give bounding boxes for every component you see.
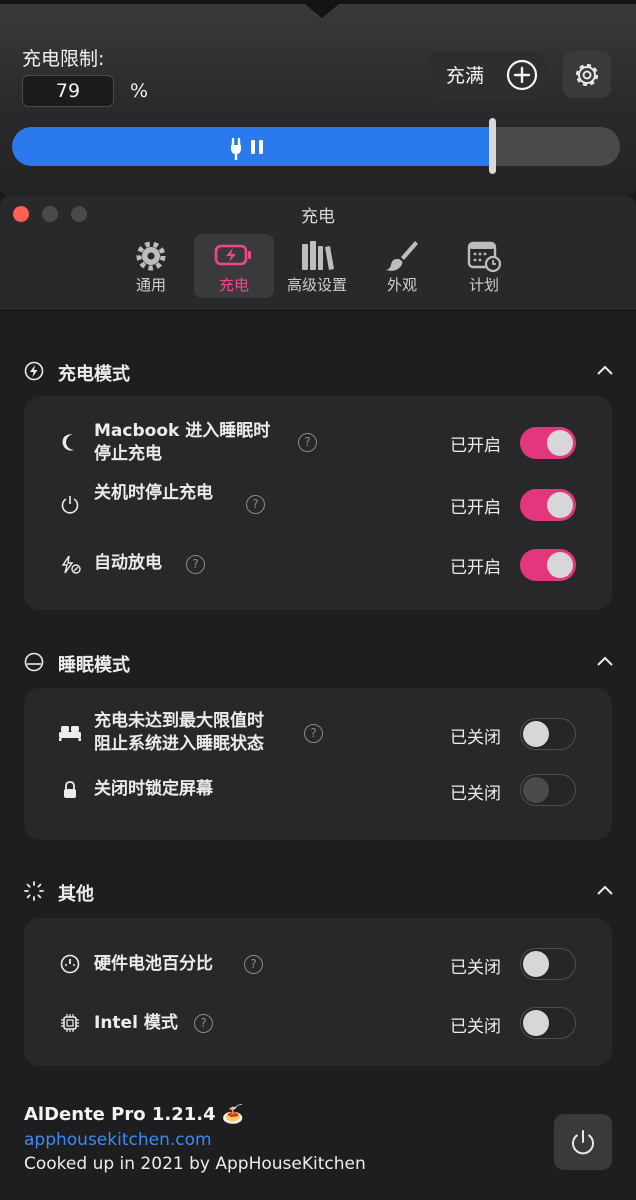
app-name: AlDente Pro 1.21.4 🍝 (24, 1104, 245, 1125)
plus-circle-icon (506, 59, 538, 91)
status-text: 已关闭 (450, 728, 501, 748)
help-button[interactable]: ? (186, 555, 205, 574)
tab-charging[interactable]: 充电 (194, 234, 274, 298)
slider-thumb[interactable] (489, 118, 496, 174)
tab-general-label: 通用 (135, 276, 166, 294)
titlebar: 充电 通用 充电 高级设置 外观 计划 (0, 196, 636, 311)
charge-limit-slider[interactable] (12, 127, 620, 166)
row-label-line2: 阻止系统进入睡眠状态 (94, 734, 264, 754)
row-intel-mode: Intel 模式 ? 已关闭 (24, 1007, 612, 1049)
tab-schedule[interactable]: 计划 (444, 234, 524, 298)
row-label-line1: 充电未达到最大限值时 (94, 711, 264, 731)
row-prevent-sleep: 充电未达到最大限值时 阻止系统进入睡眠状态 ? 已关闭 (24, 710, 612, 760)
tab-schedule-label: 计划 (468, 276, 499, 294)
section-title-sleep: 睡眠模式 (58, 655, 130, 676)
help-button[interactable]: ? (304, 724, 323, 743)
charge-limit-unit: % (130, 80, 149, 102)
card-charging: Macbook 进入睡眠时 停止充电 ? 已开启 关机时停止充电 ? 已开启 自… (24, 396, 612, 610)
bolt-circle-icon (24, 361, 44, 381)
charge-limit-label: 充电限制: (22, 48, 105, 70)
power-icon (61, 496, 79, 514)
tab-advanced-label: 高级设置 (286, 276, 347, 294)
row-label: 充电未达到最大限值时 阻止系统进入睡眠状态 (94, 710, 264, 756)
row-label: 关闭时锁定屏幕 (94, 779, 213, 799)
card-other: 硬件电池百分比 ? 已关闭 Intel 模式 ? 已关闭 (24, 918, 612, 1066)
charge-limit-input[interactable]: 79 (22, 75, 114, 107)
spinner-icon (24, 881, 44, 901)
status-text: 已开启 (450, 558, 501, 578)
card-sleep: 充电未达到最大限值时 阻止系统进入睡眠状态 ? 已关闭 关闭时锁定屏幕 已关闭 (24, 688, 612, 840)
status-text: 已开启 (450, 498, 501, 518)
help-button[interactable]: ? (246, 495, 265, 514)
row-auto-discharge: 自动放电 ? 已开启 (24, 548, 612, 588)
quit-button[interactable] (554, 1114, 612, 1170)
chevron-up-icon (597, 656, 613, 666)
row-label: Macbook 进入睡眠时 停止充电 (94, 420, 270, 466)
credit-text: Cooked up in 2021 by AppHouseKitchen (24, 1154, 366, 1174)
plug-pause-icon (231, 137, 263, 160)
row-label: 自动放电 (94, 553, 162, 573)
status-text: 已关闭 (450, 958, 501, 978)
chevron-up-icon (597, 885, 613, 895)
toggle-intel-mode[interactable] (520, 1007, 576, 1039)
help-button[interactable]: ? (244, 955, 263, 974)
bed-icon (59, 726, 81, 741)
cpu-icon (61, 1014, 79, 1032)
website-link[interactable]: apphousekitchen.com (24, 1130, 212, 1150)
row-label: 关机时停止充电 (94, 483, 213, 503)
row-hardware-percentage: 硬件电池百分比 ? 已关闭 (24, 948, 612, 990)
popover-arrow (300, 0, 344, 18)
tab-advanced[interactable]: 高级设置 (277, 234, 357, 298)
sleep-mode-icon (24, 652, 44, 672)
row-lock-screen: 关闭时锁定屏幕 已关闭 (24, 774, 612, 818)
status-text: 已关闭 (450, 1017, 501, 1037)
toggle-prevent-sleep[interactable] (520, 718, 576, 750)
row-label-line2: 停止充电 (94, 444, 162, 464)
toggle-auto-discharge[interactable] (520, 549, 576, 581)
status-text: 已关闭 (450, 784, 501, 804)
power-icon (572, 1130, 594, 1155)
charge-limit-popover: 充电限制: 79 % 充满 (0, 0, 636, 196)
books-icon (302, 241, 334, 270)
section-title-charging: 充电模式 (58, 364, 130, 385)
help-button[interactable]: ? (298, 433, 317, 452)
battery-charging-icon (214, 244, 251, 266)
tab-appearance-label: 外观 (386, 276, 417, 294)
moon-icon (62, 434, 74, 451)
settings-button[interactable] (563, 51, 611, 98)
toggle-hardware-percentage[interactable] (520, 948, 576, 980)
row-label-line1: Macbook 进入睡眠时 (94, 421, 271, 441)
lock-icon (64, 781, 76, 798)
gear-icon (136, 241, 166, 271)
calendar-clock-icon (467, 241, 502, 273)
gauge-icon (60, 954, 80, 974)
gear-icon (575, 63, 599, 87)
toggle-lock-screen[interactable] (520, 774, 576, 806)
section-title-other: 其他 (58, 884, 94, 905)
preferences-window: 充电 通用 充电 高级设置 外观 计划 充电模式 Macbook 进入睡眠时 停… (0, 196, 636, 1200)
row-sleep-stop-charging: Macbook 进入睡眠时 停止充电 ? 已开启 (24, 420, 612, 470)
chevron-up-icon (597, 365, 613, 375)
status-text: 已开启 (450, 436, 501, 456)
discharge-icon (61, 555, 81, 574)
row-label: Intel 模式 (94, 1013, 178, 1033)
toggle-shutdown-stop-charging[interactable] (520, 489, 576, 521)
toggle-sleep-stop-charging[interactable] (520, 427, 576, 459)
tab-general[interactable]: 通用 (111, 234, 191, 298)
full-charge-label: 充满 (446, 65, 485, 87)
section-header-sleep[interactable]: 睡眠模式 (24, 649, 614, 679)
window-title: 充电 (301, 207, 335, 227)
full-charge-button[interactable]: 充满 (428, 51, 546, 98)
row-shutdown-stop-charging: 关机时停止充电 ? 已开启 (24, 482, 612, 522)
tab-charging-label: 充电 (218, 276, 249, 294)
paintbrush-icon (386, 241, 418, 271)
tab-appearance[interactable]: 外观 (362, 234, 442, 298)
section-header-charging[interactable]: 充电模式 (24, 358, 614, 388)
help-button[interactable]: ? (194, 1014, 213, 1033)
section-header-other[interactable]: 其他 (24, 878, 614, 908)
row-label: 硬件电池百分比 (94, 954, 213, 974)
